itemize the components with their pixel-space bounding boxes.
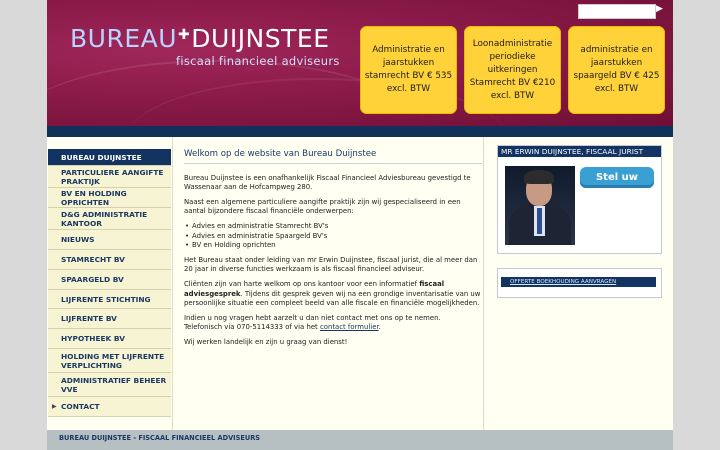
promo-text: administratie en jaarstukken spaargeld B… [573, 45, 660, 94]
advisor-photo [505, 166, 575, 245]
sidebar-item-contact[interactable]: ▶ CONTACT [48, 397, 171, 417]
footer-text: BUREAU DUIJNSTEE - FISCAAL FINANCIEEL AD… [59, 434, 261, 442]
closing-paragraph: Wij werken landelijk en zijn u graag van… [184, 337, 348, 346]
sidebar-item-label: CONTACT [61, 402, 100, 411]
promo-loonadministratie[interactable]: Loonadministratie periodieke uitkeringen… [464, 26, 561, 114]
contact-form-link[interactable]: contact formulier [320, 323, 379, 331]
sidebar-item-label: SPAARGELD BV [61, 275, 124, 284]
contact-text: . [378, 323, 381, 332]
promo-text: Administratie en jaarstukken stamrecht B… [364, 45, 453, 94]
sidebar-item-hypotheek-bv[interactable]: HYPOTHEEK BV [48, 329, 171, 349]
sidebar-item-administratief-beheer[interactable]: ADMINISTRATIEF BEHEER VVE [48, 373, 171, 397]
consult-paragraph: Cliënten zijn van harte welkom op ons ka… [184, 280, 484, 309]
leadership-paragraph: Het Bureau staat onder leiding van mr Er… [184, 255, 478, 274]
logo[interactable]: BUREAU✚DUIJNSTEE [70, 24, 330, 53]
ask-question-button[interactable]: Stel uw vraag [580, 167, 654, 204]
sidebar-item-label: PARTICULIERE AANGIFTE PRAKTIJK [61, 167, 164, 186]
promo-text: Loonadministratie periodieke uitkeringen… [469, 38, 556, 101]
sidebar-item-bv-holding[interactable]: BV EN HOLDING OPRICHTEN [48, 188, 171, 208]
logo-tagline: fiscaal financieel adviseurs [176, 54, 340, 68]
sidebar-item-nieuws[interactable]: NIEUWS [48, 230, 171, 250]
promo-stamrecht[interactable]: Administratie en jaarstukken stamrecht B… [360, 26, 457, 114]
sidebar-item-stamrecht-bv[interactable]: STAMRECHT BV [48, 250, 171, 270]
sidebar-item-lijfrente-stichting[interactable]: LIJFRENTE STICHTING [48, 290, 171, 309]
intro-paragraph: Bureau Duijnstee is een onafhankelijk Fi… [184, 173, 471, 192]
sidebar-item-dg-administratie[interactable]: D&G ADMINISTRATIE KANTOOR [48, 208, 171, 230]
specialisation-list: Advies en administratie Stamrecht BV's A… [184, 222, 484, 251]
sidebar-item-label: HOLDING MET LIJFRENTE VERPLICHTING [61, 351, 165, 370]
footer: BUREAU DUIJNSTEE - FISCAAL FINANCIEEL AD… [47, 430, 673, 450]
offer-request-link[interactable]: OFFERTE BOEKHOUDING AANVRAGEN [501, 277, 656, 287]
advisor-box-title: MR ERWIN DUIJNSTEE, FISCAAL JURIST [498, 146, 661, 157]
list-item: BV en Holding oprichten [185, 241, 484, 251]
sidebar-item-lijfrente-bv[interactable]: LIJFRENTE BV [48, 309, 171, 329]
logo-part2: DUIJNSTEE [191, 24, 330, 53]
chevron-right-icon: ▶ [52, 403, 57, 410]
logo-part1: BUREAU [70, 24, 178, 53]
sidebar-nav: BUREAU DUIJNSTEE PARTICULIERE AANGIFTE P… [47, 137, 173, 417]
sidebar-item-label: ADMINISTRATIEF BEHEER VVE [61, 375, 167, 394]
sidebar-item-label: LIJFRENTE STICHTING [61, 294, 151, 304]
header-band [47, 126, 673, 137]
main-content: Welkom op de website van Bureau Duijnste… [184, 149, 484, 353]
contact-text: Indien u nog vragen hebt aarzelt u dan n… [184, 313, 441, 322]
sidebar-item-label: STAMRECHT BV [61, 255, 125, 264]
page: BUREAU✚DUIJNSTEE fiscaal financieel advi… [47, 0, 673, 450]
sidebar-item-label: LIJFRENTE BV [61, 314, 117, 323]
sidebar-item-label: HYPOTHEEK BV [61, 334, 125, 343]
consult-text: Cliënten zijn van harte welkom op ons ka… [184, 279, 420, 288]
header: BUREAU✚DUIJNSTEE fiscaal financieel advi… [47, 0, 673, 126]
sidebar-item-bureau-duijnstee[interactable]: BUREAU DUIJNSTEE [48, 149, 171, 166]
list-item: Advies en administratie Spaargeld BV's [185, 232, 484, 242]
contact-paragraph: Indien u nog vragen hebt aarzelt u dan n… [184, 314, 484, 333]
sidebar-item-label: D&G ADMINISTRATIE KANTOOR [61, 209, 148, 228]
sidebar-item-label: NIEUWS [61, 235, 95, 244]
sidebar-item-label: BV EN HOLDING OPRICHTEN [61, 188, 127, 207]
logo-plus-icon: ✚ [178, 27, 191, 43]
promo-spaargeld[interactable]: administratie en jaarstukken spaargeld B… [568, 26, 665, 114]
search-submit-icon[interactable]: ▶ [656, 4, 664, 15]
search-input[interactable] [578, 4, 656, 19]
sidebar-item-spaargeld-bv[interactable]: SPAARGELD BV [48, 270, 171, 290]
sidebar-item-label: BUREAU DUIJNSTEE [61, 152, 142, 162]
advisor-box: MR ERWIN DUIJNSTEE, FISCAAL JURIST Stel … [497, 145, 662, 254]
specialisation-paragraph: Naast een algemene particuliere aangifte… [184, 197, 461, 216]
sidebar-item-holding-lijfrente[interactable]: HOLDING MET LIJFRENTE VERPLICHTING [48, 349, 171, 373]
list-item: Advies en administratie Stamrecht BV's [185, 222, 484, 232]
page-title: Welkom op de website van Bureau Duijnste… [184, 149, 482, 164]
sidebar-item-particuliere-aangifte[interactable]: PARTICULIERE AANGIFTE PRAKTIJK [48, 166, 171, 188]
contact-text: Telefonisch via 070-5114333 of via het [184, 323, 320, 332]
offer-box: OFFERTE BOEKHOUDING AANVRAGEN [497, 268, 662, 298]
